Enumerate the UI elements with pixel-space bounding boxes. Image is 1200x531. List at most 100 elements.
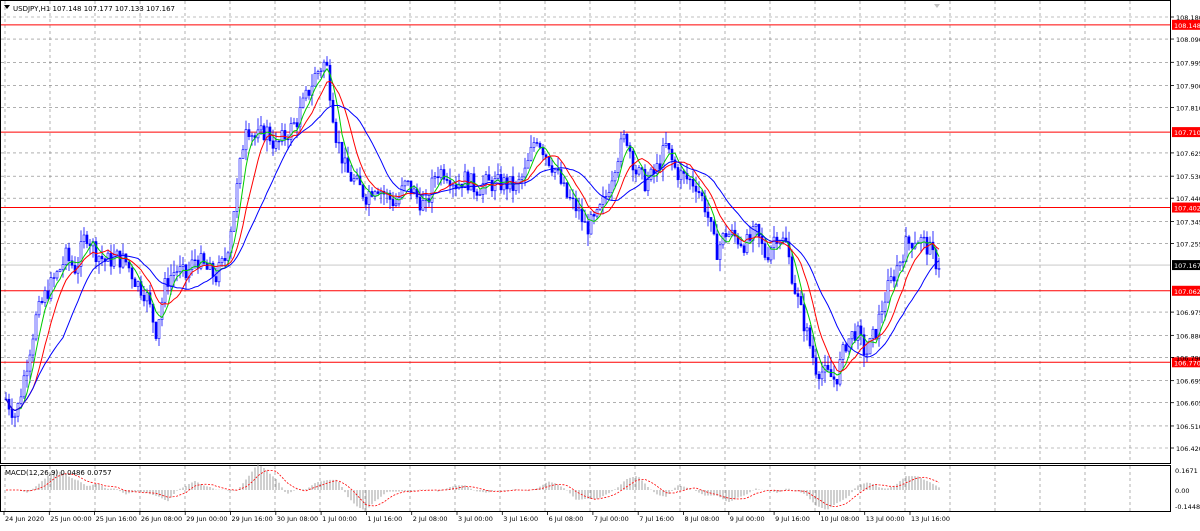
candle-body — [889, 276, 893, 281]
candle-body — [334, 121, 338, 143]
candle-body — [763, 243, 767, 258]
candle-body — [664, 143, 668, 147]
price-tick-label: 108.180 — [1176, 14, 1200, 22]
candle-body — [850, 331, 854, 340]
price-tick-label: 106.605 — [1176, 400, 1200, 408]
candle-body — [10, 408, 14, 418]
candle-body — [325, 61, 329, 66]
time-tick-label: 1 Jul 16:00 — [367, 515, 402, 523]
candle-body — [439, 169, 443, 179]
price-tick-label: 106.790 — [1176, 354, 1200, 362]
candle-body — [538, 143, 542, 148]
candle-body — [82, 234, 86, 242]
candle-body — [223, 258, 227, 261]
chart-canvas[interactable]: 108.148107.710107.402107.062106.770107.1… — [0, 0, 1200, 527]
candle-body — [865, 353, 869, 356]
candle-body — [313, 73, 317, 87]
candle-body — [376, 191, 380, 194]
level-label: 108.148 — [1174, 22, 1200, 30]
candle-body — [61, 264, 65, 271]
candle-body — [322, 61, 326, 72]
candle-body — [181, 264, 185, 267]
candle-body — [304, 89, 308, 99]
candle-body — [19, 396, 23, 404]
candle-body — [637, 167, 641, 175]
candle-body — [274, 140, 278, 149]
price-tick-label: 107.440 — [1176, 195, 1200, 203]
candle-body — [346, 157, 350, 173]
candle-body — [142, 294, 146, 302]
price-tick-label: 107.900 — [1176, 83, 1200, 91]
candle-body — [649, 168, 653, 180]
candle-body — [214, 276, 218, 283]
candle-body — [691, 178, 695, 187]
candle-body — [463, 171, 467, 189]
candle-body — [271, 140, 275, 149]
candle-body — [496, 174, 500, 179]
macd-header: MACD(12,26,9) 0.0486 0.0757 — [5, 469, 112, 477]
candle-body — [364, 196, 368, 205]
candle-body — [133, 278, 137, 287]
candle-body — [145, 292, 149, 302]
price-tick-label: 106.975 — [1176, 309, 1200, 317]
time-tick-label: 3 Jul 00:00 — [458, 515, 493, 523]
candle-body — [616, 161, 620, 173]
candle-body — [724, 233, 728, 237]
price-tick-label: 106.880 — [1176, 332, 1200, 340]
candle-body — [898, 261, 902, 267]
candle-body — [814, 357, 818, 375]
candle-body — [67, 247, 71, 262]
candle-body — [283, 130, 287, 140]
candle-body — [583, 221, 587, 223]
candle-body — [625, 133, 629, 146]
price-tick-label: 106.695 — [1176, 378, 1200, 386]
candle-body — [922, 236, 926, 239]
level-label: 107.710 — [1174, 129, 1200, 137]
time-tick-label: 3 Jul 16:00 — [503, 515, 538, 523]
candle-body — [754, 224, 758, 227]
chart-window[interactable]: 108.148 107.710 107.402 107.062 106.770 107.1… — [0, 0, 1200, 527]
candle-body — [154, 321, 158, 339]
candle-body — [58, 269, 62, 272]
candle-body — [403, 180, 407, 187]
time-tick-label: 2 Jul 08:00 — [413, 515, 448, 523]
candle-body — [703, 195, 707, 213]
candle-body — [97, 255, 101, 263]
candle-body — [307, 89, 311, 96]
candle-body — [592, 214, 596, 217]
candle-body — [676, 167, 680, 181]
candle-body — [37, 301, 41, 316]
candle-body — [829, 369, 833, 378]
candle-body — [607, 192, 611, 197]
candle-body — [475, 191, 479, 196]
time-tick-label: 24 Jun 2020 — [5, 515, 44, 523]
level-label: 107.062 — [1174, 288, 1200, 296]
candle-body — [535, 142, 539, 144]
candle-body — [766, 257, 770, 261]
candle-body — [667, 143, 671, 150]
candle-body — [670, 148, 674, 161]
candle-body — [520, 176, 524, 180]
candle-body — [553, 169, 557, 173]
time-tick-label: 29 Jun 00:00 — [186, 515, 227, 523]
candle-body — [796, 293, 800, 297]
candle-body — [646, 179, 650, 192]
candle-body — [619, 138, 623, 162]
candle-body — [598, 204, 602, 210]
price-tick-label: 107.995 — [1176, 59, 1200, 67]
current-price-label: 107.167 — [1174, 262, 1200, 270]
candle-body — [85, 234, 89, 245]
candle-body — [397, 197, 401, 205]
time-tick-label: 9 Jul 16:00 — [775, 515, 810, 523]
candle-body — [232, 211, 236, 232]
candle-body — [46, 290, 50, 299]
price-tick-label: 106.420 — [1176, 445, 1200, 453]
candle-body — [757, 224, 761, 237]
candle-body — [277, 140, 281, 143]
candle-body — [772, 236, 776, 248]
time-tick-label: 26 Jun 08:00 — [141, 515, 182, 523]
candle-body — [394, 203, 398, 206]
candle-body — [790, 256, 794, 284]
candle-body — [562, 182, 566, 184]
candle-body — [169, 275, 173, 287]
